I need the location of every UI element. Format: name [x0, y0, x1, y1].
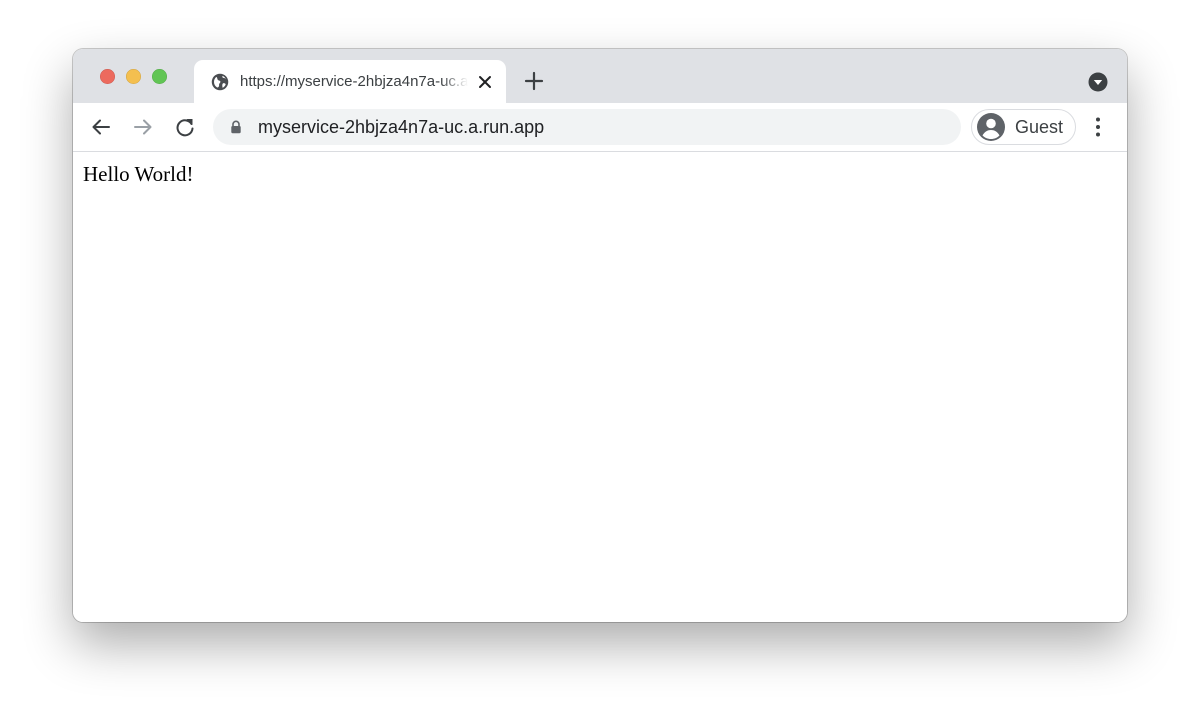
title-bar: https://myservice-2hbjza4n7a-uc.a.run.ap… [73, 49, 1127, 104]
more-vertical-icon[interactable] [1088, 116, 1108, 138]
window-maximize-button[interactable] [152, 69, 167, 84]
forward-arrow-icon[interactable] [131, 115, 155, 139]
plus-icon[interactable] [522, 69, 546, 93]
profile-label: Guest [1015, 117, 1064, 137]
profile-button[interactable]: Guest [971, 109, 1076, 145]
globe-icon [211, 73, 229, 91]
address-bar[interactable]: myservice-2hbjza4n7a-uc.a.run.app [213, 109, 961, 145]
page-content: Hello World! [73, 152, 1127, 622]
lock-icon[interactable] [229, 120, 243, 134]
tab-title: https://myservice-2hbjza4n7a-uc.a.run.ap… [240, 73, 468, 90]
reload-icon[interactable] [173, 115, 197, 139]
toolbar: myservice-2hbjza4n7a-uc.a.run.app Guest [73, 103, 1127, 152]
back-arrow-icon[interactable] [89, 115, 113, 139]
avatar-icon [976, 112, 1006, 142]
close-icon[interactable] [476, 73, 494, 91]
window-minimize-button[interactable] [126, 69, 141, 84]
page-text: Hello World! [83, 162, 194, 186]
browser-tab[interactable]: https://myservice-2hbjza4n7a-uc.a.run.ap… [194, 60, 506, 104]
browser-window: https://myservice-2hbjza4n7a-uc.a.run.ap… [73, 49, 1127, 622]
chevron-down-icon[interactable] [1088, 72, 1108, 92]
window-close-button[interactable] [100, 69, 115, 84]
url-text[interactable]: myservice-2hbjza4n7a-uc.a.run.app [258, 116, 544, 138]
